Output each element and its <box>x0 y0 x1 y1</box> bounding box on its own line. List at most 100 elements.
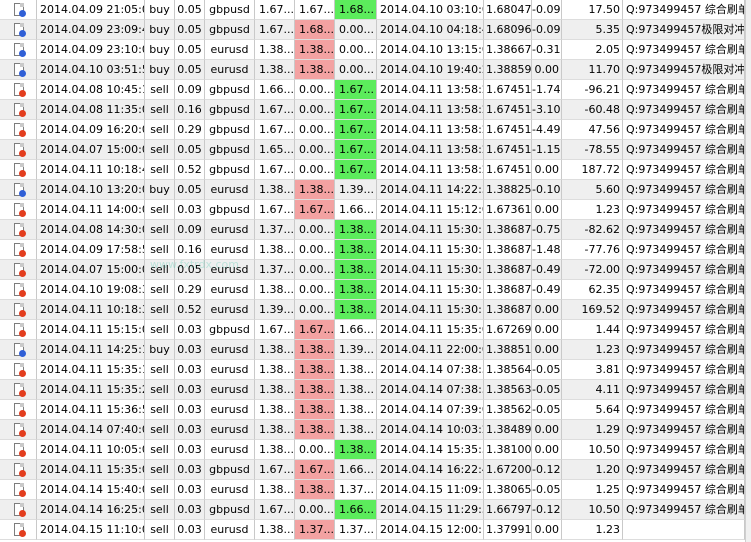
open-price-cell: 1.38... <box>255 340 295 360</box>
symbol-cell: eurusd <box>205 340 255 360</box>
table-row[interactable]: 2014.04.11 15:15:04 sell 0.03 gbpusd 1.67...… <box>0 320 745 340</box>
comment-cell: Q:973499457极限对冲. <box>623 20 745 40</box>
table-row[interactable]: 2014.04.09 23:09:47 buy 0.05 gbpusd 1.67... 1… <box>0 20 745 40</box>
close-time-cell: 2014.04.11 15:30:10 <box>377 260 484 280</box>
comment-cell: Q:973499457 综合刷单. <box>623 440 745 460</box>
swap-cell: -0.09 <box>532 20 562 40</box>
size-cell: 0.05 <box>175 180 205 200</box>
size-cell: 0.05 <box>175 0 205 20</box>
open-price-cell: 1.67... <box>255 500 295 520</box>
stop-loss-cell: 1.68... <box>295 20 335 40</box>
document-sell-icon <box>14 523 26 537</box>
size-cell: 0.05 <box>175 60 205 80</box>
profit-cell: 10.50 <box>562 440 623 460</box>
comment-cell: Q:973499457 综合刷单. <box>623 400 745 420</box>
table-row[interactable]: 2014.04.11 14:00:03 sell 0.03 gbpusd 1.67...… <box>0 200 745 220</box>
row-icon-cell <box>0 440 37 460</box>
open-price-cell: 1.38... <box>255 360 295 380</box>
size-cell: 0.52 <box>175 300 205 320</box>
take-profit-cell: 1.67... <box>335 120 377 140</box>
comment-cell: Q:973499457 综合刷单. <box>623 200 745 220</box>
table-row[interactable]: 2014.04.11 15:35:17 sell 0.03 eurusd 1.38...… <box>0 360 745 380</box>
open-price-cell: 1.38... <box>255 280 295 300</box>
type-cell: sell <box>145 120 175 140</box>
size-cell: 0.03 <box>175 360 205 380</box>
swap-cell: 0.00 <box>532 440 562 460</box>
row-icon-cell <box>0 100 37 120</box>
comment-cell <box>623 520 745 540</box>
open-price-cell: 1.67... <box>255 160 295 180</box>
symbol-cell: gbpusd <box>205 160 255 180</box>
table-row[interactable]: 2014.04.10 13:20:07 buy 0.05 eurusd 1.38... 1… <box>0 180 745 200</box>
close-time-cell: 2014.04.11 15:30:10 <box>377 300 484 320</box>
type-cell: sell <box>145 280 175 300</box>
swap-cell: -0.12 <box>532 500 562 520</box>
symbol-cell: eurusd <box>205 300 255 320</box>
close-price-cell: 1.38687 <box>484 240 532 260</box>
table-row[interactable]: 2014.04.09 17:58:53 sell 0.16 eurusd 1.38...… <box>0 240 745 260</box>
table-row[interactable]: 2014.04.11 15:35:08 sell 0.03 gbpusd 1.67...… <box>0 460 745 480</box>
open-time-cell: 2014.04.11 14:25:11 <box>37 340 145 360</box>
swap-cell: -4.49 <box>532 120 562 140</box>
table-row[interactable]: 2014.04.09 23:10:02 buy 0.05 eurusd 1.38... 1… <box>0 40 745 60</box>
take-profit-cell: 1.67... <box>335 160 377 180</box>
row-icon-cell <box>0 380 37 400</box>
table-row[interactable]: 2014.04.15 11:10:01 sell 0.03 eurusd 1.38...… <box>0 520 745 540</box>
comment-cell: Q:973499457 综合刷单. <box>623 280 745 300</box>
vertical-scrollbar[interactable] <box>745 0 751 542</box>
symbol-cell: eurusd <box>205 440 255 460</box>
size-cell: 0.16 <box>175 100 205 120</box>
stop-loss-cell: 1.38... <box>295 360 335 380</box>
table-row[interactable]: 2014.04.11 10:18:37 sell 0.52 eurusd 1.39...… <box>0 300 745 320</box>
close-time-cell: 2014.04.11 13:58:23 <box>377 80 484 100</box>
table-row[interactable]: 2014.04.08 10:45:12 sell 0.09 gbpusd 1.66...… <box>0 80 745 100</box>
table-row[interactable]: 2014.04.10 03:51:50 buy 0.05 eurusd 1.38... 1… <box>0 60 745 80</box>
table-row[interactable]: 2014.04.11 15:35:29 sell 0.03 eurusd 1.38...… <box>0 380 745 400</box>
open-time-cell: 2014.04.10 19:08:31 <box>37 280 145 300</box>
close-time-cell: 2014.04.10 13:15:08 <box>377 40 484 60</box>
table-row[interactable]: 2014.04.11 14:25:11 buy 0.03 eurusd 1.38... 1… <box>0 340 745 360</box>
swap-cell: 0.00 <box>532 420 562 440</box>
table-row[interactable]: 2014.04.10 19:08:31 sell 0.29 eurusd 1.38...… <box>0 280 745 300</box>
table-row[interactable]: 2014.04.14 16:25:03 sell 0.03 gbpusd 1.67...… <box>0 500 745 520</box>
stop-loss-cell: 0.00... <box>295 240 335 260</box>
type-cell: sell <box>145 520 175 540</box>
table-row[interactable]: 2014.04.08 14:30:03 sell 0.09 eurusd 1.37...… <box>0 220 745 240</box>
table-row[interactable]: 2014.04.11 10:18:41 sell 0.52 gbpusd 1.67...… <box>0 160 745 180</box>
swap-cell: -0.12 <box>532 460 562 480</box>
table-row[interactable]: 2014.04.07 15:00:02 sell 0.05 gbpusd 1.65...… <box>0 140 745 160</box>
swap-cell: 0.00 <box>532 340 562 360</box>
table-row[interactable]: 2014.04.14 15:40:01 sell 0.03 eurusd 1.38...… <box>0 480 745 500</box>
type-cell: sell <box>145 420 175 440</box>
type-cell: sell <box>145 100 175 120</box>
close-price-cell: 1.67451 <box>484 120 532 140</box>
type-cell: buy <box>145 60 175 80</box>
row-icon-cell <box>0 120 37 140</box>
table-row[interactable]: 2014.04.11 10:05:03 sell 0.03 eurusd 1.38...… <box>0 440 745 460</box>
close-time-cell: 2014.04.11 15:30:10 <box>377 280 484 300</box>
take-profit-cell: 1.38... <box>335 400 377 420</box>
document-sell-icon <box>14 503 26 517</box>
table-row[interactable]: 2014.04.09 21:05:07 buy 0.05 gbpusd 1.67... 1… <box>0 0 745 20</box>
table-row[interactable]: 2014.04.08 11:35:05 sell 0.16 gbpusd 1.67...… <box>0 100 745 120</box>
table-row[interactable]: 2014.04.11 15:36:56 sell 0.03 eurusd 1.38...… <box>0 400 745 420</box>
close-time-cell: 2014.04.14 07:38:51 <box>377 380 484 400</box>
table-row[interactable]: 2014.04.09 16:20:05 sell 0.29 gbpusd 1.67...… <box>0 120 745 140</box>
swap-cell: -1.48 <box>532 240 562 260</box>
comment-cell: Q:973499457 综合刷单. <box>623 340 745 360</box>
table-row[interactable]: 2014.04.14 07:40:04 sell 0.03 eurusd 1.38...… <box>0 420 745 440</box>
close-time-cell: 2014.04.11 14:22:37 <box>377 180 484 200</box>
account-history-table: 2014.04.09 21:05:07 buy 0.05 gbpusd 1.67... 1… <box>0 0 745 540</box>
comment-cell: Q:973499457 综合刷单. <box>623 320 745 340</box>
swap-cell: 0.00 <box>532 160 562 180</box>
row-icon-cell <box>0 520 37 540</box>
symbol-cell: gbpusd <box>205 500 255 520</box>
type-cell: sell <box>145 140 175 160</box>
open-price-cell: 1.38... <box>255 240 295 260</box>
table-row[interactable]: 2014.04.07 15:00:03 sell 0.05 eurusd 1.37...… <box>0 260 745 280</box>
close-price-cell: 1.67269 <box>484 320 532 340</box>
take-profit-cell: 1.39... <box>335 340 377 360</box>
comment-cell: Q:973499457 综合刷单. <box>623 80 745 100</box>
close-time-cell: 2014.04.11 13:58:23 <box>377 140 484 160</box>
size-cell: 0.09 <box>175 220 205 240</box>
